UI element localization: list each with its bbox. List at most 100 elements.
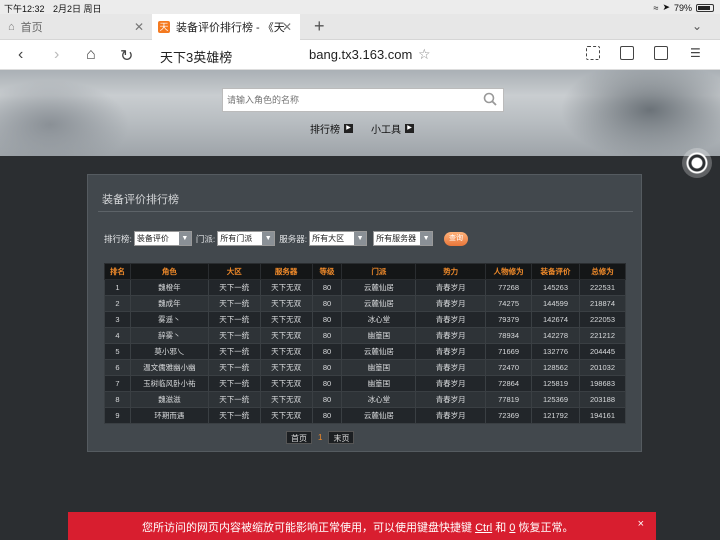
table-cell: 78934 xyxy=(485,327,533,344)
search-input[interactable] xyxy=(223,89,473,111)
home-icon[interactable]: ⌂ xyxy=(86,46,96,64)
col-header: 大区 xyxy=(207,263,261,280)
table-cell: 221212 xyxy=(578,327,627,344)
table-cell: 2 xyxy=(104,295,131,312)
role-name-cell[interactable]: 温文儒雅幽小幽 xyxy=(129,359,209,376)
menu-icon[interactable]: ☰ xyxy=(690,46,701,60)
table-cell: 青春岁月 xyxy=(415,311,487,328)
table-cell: 青春岁月 xyxy=(415,327,487,344)
floating-ring-icon[interactable] xyxy=(682,148,712,178)
query-button[interactable]: 查询 xyxy=(444,232,468,246)
table-cell: 天下无双 xyxy=(259,279,313,296)
dropdown-arrow-icon: ▼ xyxy=(354,232,367,245)
table-cell: 144599 xyxy=(531,295,580,312)
scan-icon[interactable] xyxy=(586,46,600,60)
rank-select[interactable]: 装备评价 ▼ xyxy=(133,231,192,246)
status-bar: 下午12:32 2月2日 周日 ≈ ➤ 79% xyxy=(0,0,720,14)
table-cell: 125369 xyxy=(531,391,580,408)
hero-nav: 排行榜 ▶ 小工具 ▶ xyxy=(310,121,424,136)
dropdown-arrow-icon: ▼ xyxy=(262,232,275,245)
select-value: 装备评价 xyxy=(136,234,169,243)
table-cell: 青春岁月 xyxy=(415,391,487,408)
table-cell: 80 xyxy=(311,391,343,408)
table-row[interactable]: 5 莫小邪乀 天下一统 天下无双 80 云麓仙居 青春岁月 71669 132776 204445 xyxy=(104,343,627,360)
table-cell: 青春岁月 xyxy=(415,295,487,312)
tab-home[interactable]: ⌂ 首页 ✕ xyxy=(0,14,152,40)
region-select[interactable]: 所有大区 ▼ xyxy=(309,231,368,246)
table-cell: 72864 xyxy=(485,375,533,392)
role-name-cell[interactable]: 魏滋滋 xyxy=(129,391,209,408)
role-name-cell[interactable]: 魏成年 xyxy=(129,295,209,312)
status-date: 2月2日 周日 xyxy=(53,4,102,14)
col-header: 排名 xyxy=(104,263,131,280)
first-page-button[interactable]: 首页 xyxy=(286,431,312,444)
table-row[interactable]: 1 魏橙年 天下一统 天下无双 80 云麓仙居 青春岁月 77268 145263 222531 xyxy=(104,279,627,296)
table-cell: 天下无双 xyxy=(259,391,313,408)
table-cell: 天下一统 xyxy=(207,295,261,312)
reload-icon[interactable]: ↻ xyxy=(120,46,133,66)
table-row[interactable]: 9 环期而遇 天下一统 天下无双 80 云麓仙居 青春岁月 72369 121792 194161 xyxy=(104,407,627,424)
table-cell: 80 xyxy=(311,279,343,296)
table-cell: 天下无双 xyxy=(259,359,313,376)
role-name-cell[interactable]: 魏橙年 xyxy=(129,279,209,296)
table-cell: 天下一统 xyxy=(207,391,261,408)
role-name-cell[interactable]: 玉树临风卧小祐 xyxy=(129,375,209,392)
site-favicon-icon: 天 xyxy=(158,21,170,33)
location-icon: ➤ xyxy=(662,2,670,12)
table-cell: 5 xyxy=(104,343,131,360)
table-cell: 222053 xyxy=(578,311,627,328)
server-select[interactable]: 所有服务器 ▼ xyxy=(373,231,434,246)
new-tab-icon[interactable]: + xyxy=(314,16,325,37)
nav-ranking[interactable]: 排行榜 ▶ xyxy=(310,121,353,136)
close-tab-icon[interactable]: ✕ xyxy=(134,20,144,34)
close-tab-icon[interactable]: ✕ xyxy=(282,20,292,34)
sect-label: 门派: xyxy=(195,233,216,244)
chevron-down-icon[interactable]: ⌄ xyxy=(692,19,702,33)
reader-icon[interactable] xyxy=(620,46,634,60)
table-cell: 80 xyxy=(311,295,343,312)
back-icon[interactable]: ‹ xyxy=(18,46,23,64)
table-row[interactable]: 2 魏成年 天下一统 天下无双 80 云麓仙居 青春岁月 74275 144599 218874 xyxy=(104,295,627,312)
col-header: 装备评价 xyxy=(531,263,580,280)
notice-text-before: 您所访问的网页内容被缩放可能影响正常使用，可以使用键盘快捷键 xyxy=(142,522,476,534)
table-row[interactable]: 6 温文儒雅幽小幽 天下一统 天下无双 80 幽篁国 青春岁月 72470 128562 2010… xyxy=(104,359,627,376)
close-notice-icon[interactable]: × xyxy=(638,518,644,530)
table-row[interactable]: 3 雾遥丶 天下一统 天下无双 80 冰心堂 青春岁月 79379 142674 222053 xyxy=(104,311,627,328)
url-field[interactable]: bang.tx3.163.com xyxy=(309,47,412,62)
role-name-cell[interactable]: 辞雾丶 xyxy=(129,327,209,344)
last-page-button[interactable]: 末页 xyxy=(328,431,355,444)
table-cell: 天下一统 xyxy=(207,311,261,328)
table-cell: 204445 xyxy=(578,343,627,360)
filter-bar: 排行榜: 装备评价 ▼ 门派: 所有门派 ▼ 服务器: 所有大区 ▼ 所有服务器… xyxy=(104,231,437,246)
table-cell: 79379 xyxy=(485,311,533,328)
tabs-overview-icon[interactable] xyxy=(654,46,668,60)
bookmark-star-icon[interactable]: ☆ xyxy=(418,46,431,63)
table-cell: 7 xyxy=(104,375,131,392)
table-cell: 74275 xyxy=(485,295,533,312)
table-cell: 青春岁月 xyxy=(415,359,487,376)
search-icon[interactable] xyxy=(482,91,498,107)
forward-icon[interactable]: › xyxy=(54,46,59,64)
role-name-cell[interactable]: 莫小邪乀 xyxy=(129,343,209,360)
table-cell: 天下无双 xyxy=(259,295,313,312)
table-row[interactable]: 4 辞雾丶 天下一统 天下无双 80 幽篁国 青春岁月 78934 142278 221212 xyxy=(104,327,627,344)
nav-tools[interactable]: 小工具 ▶ xyxy=(371,121,414,136)
table-cell: 8 xyxy=(104,391,131,408)
address-bar: ‹ › ⌂ ↻ 天下3英雄榜 bang.tx3.163.com ☆ ☰ xyxy=(0,40,720,70)
table-row[interactable]: 8 魏滋滋 天下一统 天下无双 80 冰心堂 青春岁月 77819 125369 203188 xyxy=(104,391,627,408)
play-arrow-icon: ▶ xyxy=(405,124,414,133)
select-value: 所有大区 xyxy=(312,234,345,243)
hero-banner: 排行榜 ▶ 小工具 ▶ xyxy=(0,70,720,156)
tab-label: 装备评价排行榜 - 《天 xyxy=(176,22,285,34)
tab-ranking[interactable]: 天 装备评价排行榜 - 《天 ✕ xyxy=(152,14,300,40)
sect-select[interactable]: 所有门派 ▼ xyxy=(217,231,276,246)
role-name-cell[interactable]: 雾遥丶 xyxy=(129,311,209,328)
table-row[interactable]: 7 玉树临风卧小祐 天下一统 天下无双 80 幽篁国 青春岁月 72864 125819 1986… xyxy=(104,375,627,392)
wifi-icon: ≈ xyxy=(653,2,659,13)
current-page: 1 xyxy=(318,433,323,442)
role-name-cell[interactable]: 环期而遇 xyxy=(129,407,209,424)
page-title[interactable]: 天下3英雄榜 xyxy=(160,47,232,66)
table-cell: 77819 xyxy=(485,391,533,408)
table-cell: 203188 xyxy=(578,391,627,408)
battery-icon xyxy=(696,3,714,12)
